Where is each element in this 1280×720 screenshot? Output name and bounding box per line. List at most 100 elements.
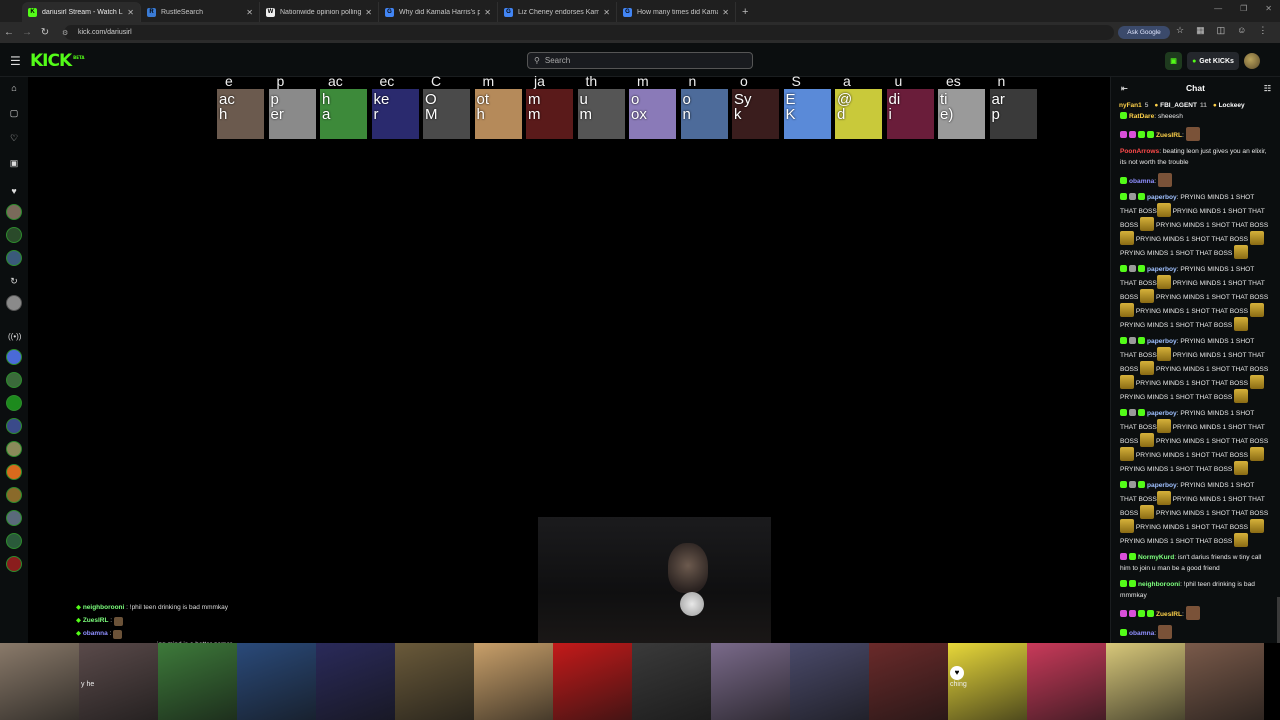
followed-channel-avatar[interactable] xyxy=(6,227,22,243)
stream-thumbnail[interactable]: ching xyxy=(948,643,1027,720)
tab-close-icon[interactable]: ✕ xyxy=(246,8,253,17)
home-icon[interactable]: ⌂ xyxy=(8,82,20,94)
recommended-channel-avatar[interactable] xyxy=(6,533,22,549)
forward-icon[interactable]: → xyxy=(18,27,36,38)
user-avatar[interactable] xyxy=(1244,53,1260,69)
new-tab-icon[interactable]: + xyxy=(736,2,754,22)
chat-username[interactable]: obamna xyxy=(1129,630,1154,637)
recommended-channel-avatar[interactable] xyxy=(6,487,22,503)
kick-logo[interactable]: KICK BETA xyxy=(30,51,84,71)
emote-label-top: m xyxy=(482,73,495,89)
browse-icon[interactable]: ▢ xyxy=(8,107,20,119)
like-heart-icon[interactable]: ♥ xyxy=(950,666,964,680)
recommended-channel-avatar[interactable] xyxy=(6,464,22,480)
store-icon[interactable]: ▣ xyxy=(1165,52,1182,70)
stream-thumbnail[interactable] xyxy=(1185,643,1264,720)
chat-username[interactable]: neighborooni xyxy=(1138,581,1180,588)
chat-username[interactable]: paperboy xyxy=(1147,482,1177,489)
search-input[interactable]: ⚲ Search xyxy=(527,52,753,69)
chat-username[interactable]: ZuesIRL xyxy=(1156,611,1182,618)
followed-channel-avatar[interactable] xyxy=(6,204,22,220)
chat-username[interactable]: RatDare xyxy=(1129,113,1154,120)
recommended-channel-avatar[interactable] xyxy=(6,441,22,457)
leaderboard-entry[interactable]: nyFan1 5 xyxy=(1119,102,1148,109)
extensions-icon[interactable]: ▦ xyxy=(1196,25,1205,36)
recommended-channel-avatar[interactable] xyxy=(6,418,22,434)
get-kicks-button[interactable]: ● Get KICKs xyxy=(1187,52,1239,70)
browser-tab[interactable]: R RustleSearch ✕ xyxy=(141,2,260,22)
chat-username[interactable]: obamna xyxy=(1129,178,1154,185)
chat-text-repeat: SHOT THAT BOSS xyxy=(1191,452,1250,459)
leaderboard-entry[interactable]: ● Lockeey xyxy=(1213,102,1248,109)
recommended-channel-avatar[interactable] xyxy=(6,510,22,526)
recommended-channel-avatar[interactable] xyxy=(6,349,22,365)
browser-tab[interactable]: Kdariusirl Stream - Watch Live on Kick ✕ xyxy=(22,2,141,22)
browser-tab[interactable]: W Nationwide opinion polling for the 2024… xyxy=(260,2,379,22)
tab-close-icon[interactable]: ✕ xyxy=(365,8,372,17)
stream-thumbnail[interactable] xyxy=(711,643,790,720)
stream-thumbnail[interactable] xyxy=(316,643,395,720)
followed-channel-avatar[interactable] xyxy=(6,250,22,266)
emote-tile: O M xyxy=(423,89,470,139)
chat-badge-icon xyxy=(1120,337,1127,344)
chat-username[interactable]: NormyKurd xyxy=(1138,554,1174,561)
leaderboard-entry[interactable]: ● FBI_AGENT 11 xyxy=(1154,102,1206,109)
browser-tab[interactable]: G Why did Kamala Harris's polling drop✕ xyxy=(379,2,498,22)
stream-thumbnail[interactable] xyxy=(790,643,869,720)
emote-label: di i xyxy=(888,91,901,123)
stream-thumbnail[interactable] xyxy=(237,643,316,720)
show-more-icon[interactable]: ↻ xyxy=(8,275,20,287)
close-window-icon[interactable]: ✕ xyxy=(1265,4,1272,13)
chat-username[interactable]: paperboy xyxy=(1147,338,1177,345)
clips-icon[interactable]: ▣ xyxy=(8,157,20,169)
stream-thumbnail[interactable] xyxy=(395,643,474,720)
tab-favicon-icon: G xyxy=(623,7,632,17)
stream-thumbnail[interactable] xyxy=(158,643,237,720)
following-heart-icon[interactable]: ♡ xyxy=(8,132,20,144)
recommended-channel-avatar[interactable] xyxy=(6,372,22,388)
browser-tab[interactable]: G Liz Cheney endorses Kamala Harris✕ xyxy=(498,2,617,22)
chat-username[interactable]: paperboy xyxy=(1147,410,1177,417)
tab-close-icon[interactable]: ✕ xyxy=(722,8,729,17)
site-info-icon[interactable]: ⚙ xyxy=(62,29,68,37)
followed-channel-avatar[interactable] xyxy=(6,295,22,311)
back-icon[interactable]: ← xyxy=(0,27,18,38)
emote-label: o ox xyxy=(631,91,647,123)
ask-google-button[interactable]: Ask Google xyxy=(1118,26,1170,39)
minimize-icon[interactable]: — xyxy=(1214,4,1222,13)
chat-username[interactable]: ZuesIRL xyxy=(1156,132,1182,139)
tab-close-icon[interactable]: ✕ xyxy=(127,8,134,17)
chat-badge-icon xyxy=(1138,131,1145,138)
stream-thumbnail[interactable] xyxy=(869,643,948,720)
maximize-icon[interactable]: ❐ xyxy=(1240,4,1247,13)
chat-username[interactable]: paperboy xyxy=(1147,194,1177,201)
hamburger-menu-icon[interactable]: ☰ xyxy=(10,54,21,68)
profile-icon[interactable]: ☺ xyxy=(1237,25,1246,36)
tab-strip: Kdariusirl Stream - Watch Live on Kick✕R… xyxy=(0,0,1280,22)
emote-label-top: a xyxy=(843,73,851,89)
stream-thumbnail[interactable]: y he xyxy=(79,643,158,720)
menu-icon[interactable]: ⋮ xyxy=(1258,25,1267,36)
stream-thumbnail[interactable] xyxy=(632,643,711,720)
chat-users-icon[interactable]: ☷ xyxy=(1264,84,1271,93)
logo-beta: BETA xyxy=(73,55,85,61)
stream-thumbnail[interactable] xyxy=(1027,643,1106,720)
sidebar-icon[interactable]: ◫ xyxy=(1217,25,1226,36)
collapse-chat-icon[interactable]: ⇤ xyxy=(1121,84,1128,93)
tab-close-icon[interactable]: ✕ xyxy=(603,8,610,17)
reload-icon[interactable]: ↻ xyxy=(36,27,54,38)
recommended-channel-avatar[interactable] xyxy=(6,556,22,572)
recommended-channel-avatar[interactable] xyxy=(6,395,22,411)
chat-username[interactable]: PoonArrows xyxy=(1120,148,1159,155)
chat-emote xyxy=(1156,275,1171,289)
stream-thumbnail[interactable] xyxy=(0,643,79,720)
stream-thumbnail[interactable] xyxy=(474,643,553,720)
window-controls: — ❐ ✕ xyxy=(1214,4,1272,13)
browser-tab[interactable]: G How many times did Kamala campaign ✕ xyxy=(617,2,736,22)
url-field[interactable]: ⚙ kick.com/dariusirl xyxy=(62,25,1114,40)
bookmark-star-icon[interactable]: ☆ xyxy=(1176,25,1184,36)
chat-username[interactable]: paperboy xyxy=(1147,266,1177,273)
tab-close-icon[interactable]: ✕ xyxy=(484,8,491,17)
stream-thumbnail[interactable] xyxy=(553,643,632,720)
stream-thumbnail[interactable] xyxy=(1106,643,1185,720)
